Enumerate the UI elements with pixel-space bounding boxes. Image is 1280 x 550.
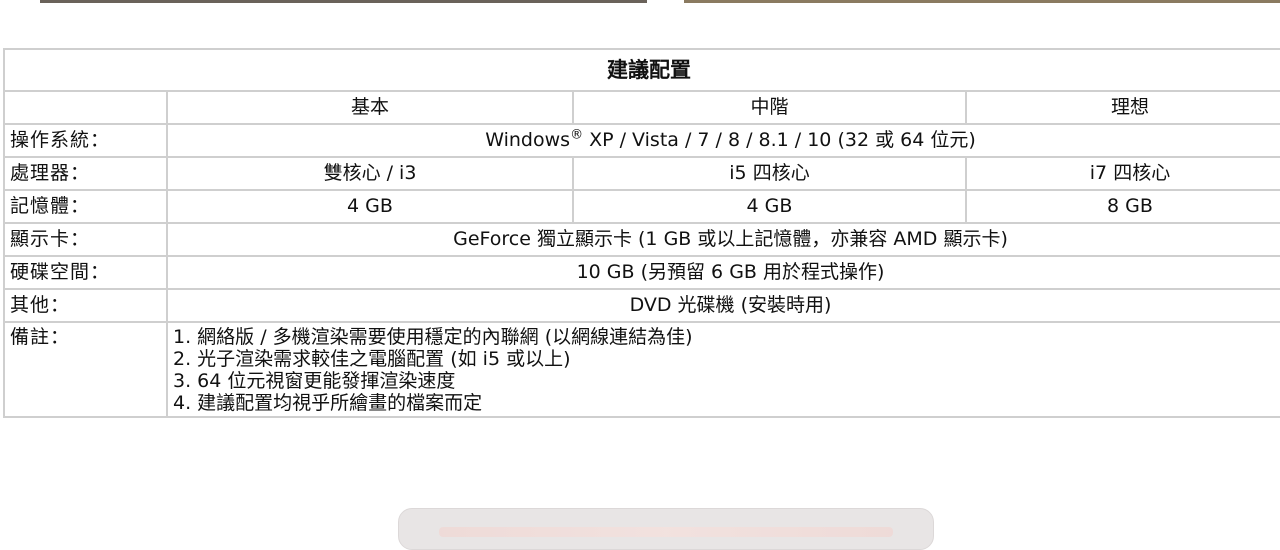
registered-mark: ® bbox=[570, 127, 584, 143]
os-value: Windows® XP / Vista / 7 / 8 / 8.1 / 10 (… bbox=[166, 123, 1280, 158]
table-row-ram: 記憶體： 4 GB 4 GB 8 GB bbox=[3, 189, 1280, 224]
note-line: 4. 建議配置均視乎所繪畫的檔案而定 bbox=[173, 392, 483, 414]
other-label: 其他： bbox=[3, 288, 168, 323]
button-label-cropped bbox=[439, 527, 893, 537]
ram-ideal: 8 GB bbox=[965, 189, 1280, 224]
disk-value: 10 GB (另預留 6 GB 用於程式操作) bbox=[166, 255, 1280, 290]
cpu-label: 處理器： bbox=[3, 156, 168, 191]
table-row-gpu: 顯示卡： GeForce 獨立顯示卡 (1 GB 或以上記憶體，亦兼容 AMD … bbox=[3, 222, 1280, 257]
system-requirements-table: 建議配置 基本 中階 理想 操作系統： Windows® XP / Vista … bbox=[3, 48, 1280, 418]
gpu-label: 顯示卡： bbox=[3, 222, 168, 257]
gpu-value: GeForce 獨立顯示卡 (1 GB 或以上記憶體，亦兼容 AMD 顯示卡) bbox=[166, 222, 1280, 257]
header-mid: 中階 bbox=[572, 90, 967, 125]
ram-basic: 4 GB bbox=[166, 189, 574, 224]
header-empty-cell bbox=[3, 90, 168, 125]
table-row-os: 操作系統： Windows® XP / Vista / 7 / 8 / 8.1 … bbox=[3, 123, 1280, 158]
table-title-row: 建議配置 bbox=[3, 48, 1280, 92]
bottom-action-button[interactable] bbox=[398, 508, 934, 550]
notes-label: 備註： bbox=[3, 321, 168, 418]
other-value: DVD 光碟機 (安裝時用) bbox=[166, 288, 1280, 323]
os-label: 操作系統： bbox=[3, 123, 168, 158]
table-row-notes: 備註： 1. 網絡版 / 多機渲染需要使用穩定的內聯網 (以網線連結為佳) 2.… bbox=[3, 321, 1280, 418]
cpu-ideal: i7 四核心 bbox=[965, 156, 1280, 191]
note-line: 1. 網絡版 / 多機渲染需要使用穩定的內聯網 (以網線連結為佳) bbox=[173, 326, 693, 348]
table-row-cpu: 處理器： 雙核心 / i3 i5 四核心 i7 四核心 bbox=[3, 156, 1280, 191]
table-header-row: 基本 中階 理想 bbox=[3, 90, 1280, 125]
table-title: 建議配置 bbox=[3, 48, 1280, 92]
ram-mid: 4 GB bbox=[572, 189, 967, 224]
cpu-mid: i5 四核心 bbox=[572, 156, 967, 191]
disk-label: 硬碟空間： bbox=[3, 255, 168, 290]
os-value-windows: Windows bbox=[485, 129, 571, 151]
header-ideal: 理想 bbox=[965, 90, 1280, 125]
cpu-basic: 雙核心 / i3 bbox=[166, 156, 574, 191]
header-basic: 基本 bbox=[166, 90, 574, 125]
note-line: 2. 光子渲染需求較佳之電腦配置 (如 i5 或以上) bbox=[173, 348, 571, 370]
notes-value: 1. 網絡版 / 多機渲染需要使用穩定的內聯網 (以網線連結為佳) 2. 光子渲… bbox=[166, 321, 1280, 418]
top-image-edge-right bbox=[684, 0, 1280, 3]
note-line: 3. 64 位元視窗更能發揮渲染速度 bbox=[173, 370, 456, 392]
ram-label: 記憶體： bbox=[3, 189, 168, 224]
table-row-disk: 硬碟空間： 10 GB (另預留 6 GB 用於程式操作) bbox=[3, 255, 1280, 290]
os-value-versions: XP / Vista / 7 / 8 / 8.1 / 10 (32 或 64 位… bbox=[583, 129, 976, 151]
table-row-other: 其他： DVD 光碟機 (安裝時用) bbox=[3, 288, 1280, 323]
top-image-edge-left bbox=[40, 0, 647, 3]
